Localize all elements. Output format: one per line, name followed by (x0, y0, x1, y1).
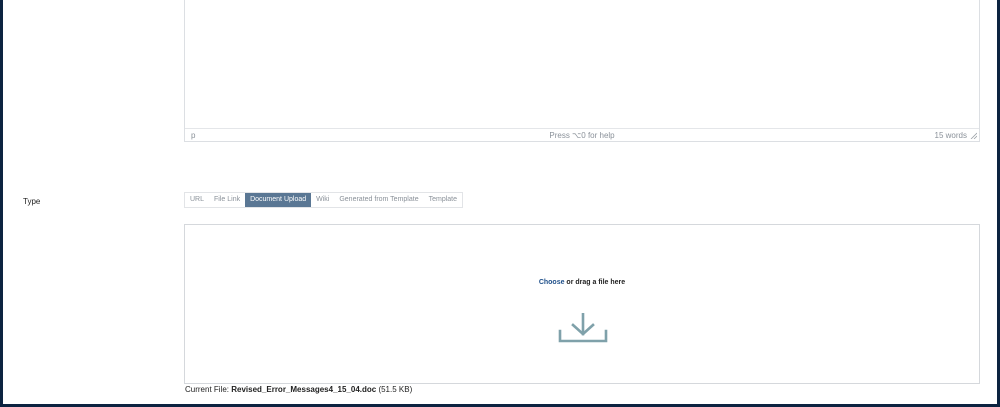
rich-text-editor[interactable]: p Press ⌥0 for help 15 words (184, 0, 980, 142)
help-hint: Press ⌥0 for help (549, 131, 615, 140)
current-file-prefix: Current File: (185, 385, 232, 394)
word-count[interactable]: 15 words (935, 131, 967, 140)
type-label: Type (23, 197, 41, 206)
tab-file-link[interactable]: File Link (209, 193, 245, 207)
download-icon (558, 313, 608, 343)
current-file-info: Current File: Revised_Error_Messages4_15… (185, 385, 412, 394)
tab-url[interactable]: URL (185, 193, 209, 207)
type-tabs: URL File Link Document Upload Wiki Gener… (184, 192, 463, 208)
dropzone-prompt: Choose or drag a file here (185, 279, 979, 286)
drag-hint: or drag a file here (564, 279, 626, 286)
page: p Press ⌥0 for help 15 words Type URL Fi… (3, 0, 997, 404)
current-file-size: (51.5 KB) (376, 385, 413, 394)
resize-handle-icon[interactable] (970, 132, 977, 139)
choose-file-link[interactable]: Choose (539, 279, 565, 286)
tab-wiki[interactable]: Wiki (311, 193, 334, 207)
tab-generated-from-template[interactable]: Generated from Template (334, 193, 423, 207)
tab-document-upload[interactable]: Document Upload (245, 193, 312, 207)
editor-content-area[interactable] (185, 0, 979, 128)
tab-template[interactable]: Template (424, 193, 462, 207)
file-dropzone[interactable]: Choose or drag a file here (184, 224, 980, 384)
editor-statusbar: p Press ⌥0 for help 15 words (185, 128, 979, 142)
current-file-name[interactable]: Revised_Error_Messages4_15_04.doc (231, 385, 376, 394)
